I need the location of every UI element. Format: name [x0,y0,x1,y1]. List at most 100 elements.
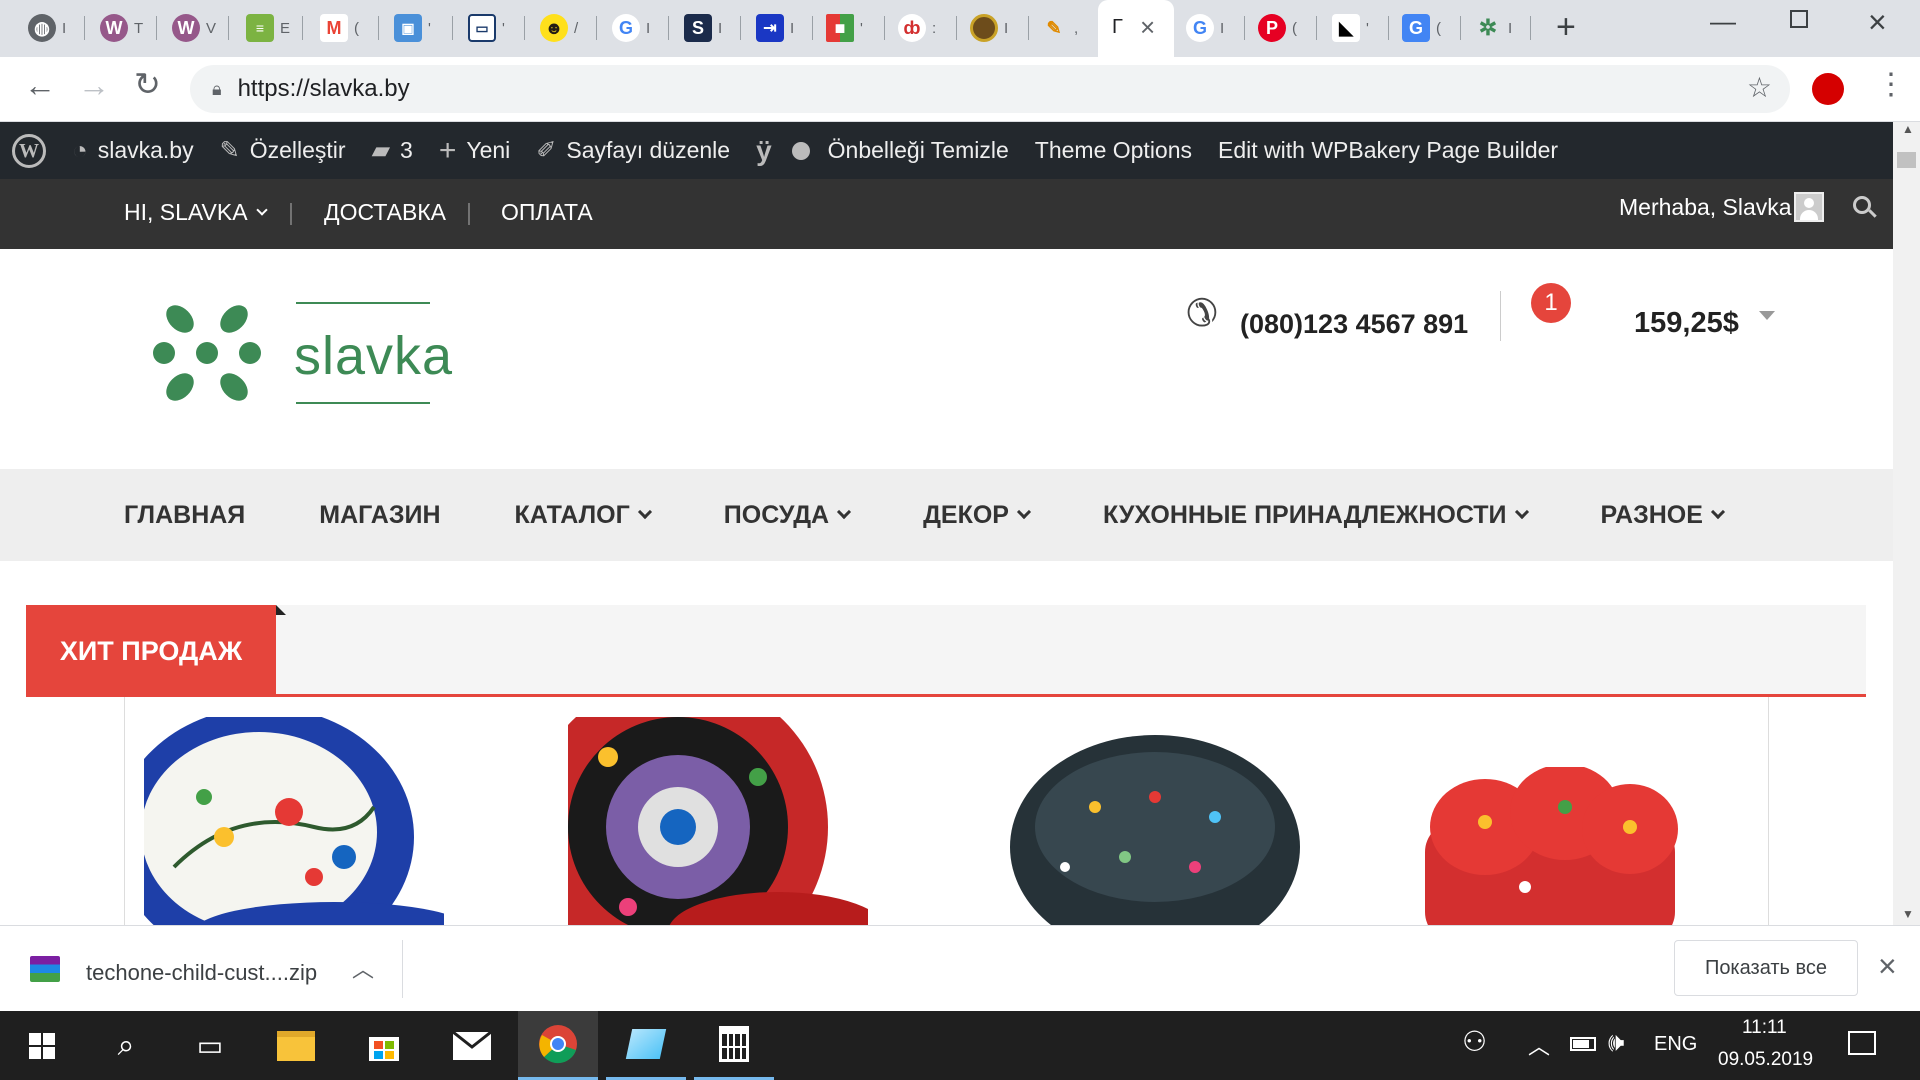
page-scrollbar[interactable]: ▲ ▼ [1893,122,1920,925]
admin-new-link[interactable]: + Yeni [439,122,510,179]
woo-icon: W [100,14,128,42]
nav-item-decor[interactable]: ДЕКОР [923,501,1032,530]
product-image[interactable] [528,697,887,925]
nav-item-catalog[interactable]: КАТАЛОГ [515,501,652,530]
browser-tab-1[interactable]: ◍ I [28,8,66,48]
browser-tab-7[interactable]: ▭ ' [468,8,505,48]
browser-tab-15[interactable]: ✎ , [1040,8,1078,48]
edit-page-label: Sayfayı düzenle [566,137,731,163]
people-icon[interactable]: ⚇ [1462,1025,1487,1058]
browser-tab-11[interactable]: ⇥ I [756,8,794,48]
show-all-downloads-button[interactable]: Показать все [1674,940,1858,996]
browser-tab-2[interactable]: W T [100,8,143,48]
nav-item-misc[interactable]: РАЗНОЕ [1601,501,1725,530]
admin-customize-link[interactable]: ✎ Özelleştir [220,122,346,179]
admin-wpbakery-link[interactable]: Edit with WPBakery Page Builder [1218,122,1558,179]
user-avatar[interactable] [1794,192,1824,222]
phone-icon: ✆ [1186,293,1218,335]
notifications-icon[interactable] [1848,1031,1876,1055]
logo-mark[interactable] [152,301,262,405]
form-icon: ⇥ [756,14,784,42]
browser-tab-10[interactable]: S I [684,8,722,48]
scroll-up-icon[interactable]: ▲ [1902,122,1914,136]
product-image[interactable] [125,707,471,925]
cart-count-badge[interactable]: 1 [1531,283,1571,323]
browser-tab-8[interactable]: ☻ / [540,8,578,48]
browser-tab-13[interactable]: ȸ : [898,8,936,48]
browser-tab-3[interactable]: W V [172,8,216,48]
calculator-icon[interactable] [694,1011,774,1080]
tab-divider [1316,16,1317,40]
mail-icon[interactable] [432,1011,512,1080]
download-filename[interactable]: techone-child-cust....zip [86,960,317,986]
task-view-icon[interactable]: ▭ [170,1011,250,1080]
battery-icon[interactable] [1570,1037,1596,1051]
chrome-taskbar-icon[interactable] [518,1011,598,1080]
cart-total[interactable]: 159,25$ [1634,307,1775,340]
tab-divider [524,16,525,40]
clock-date[interactable]: 09.05.2019 [1718,1049,1813,1071]
chrome-menu-icon[interactable]: ⋮ [1876,67,1906,102]
scrollbar-thumb[interactable] [1897,152,1916,168]
browser-tab-14[interactable]: I [970,8,1008,48]
browser-tab-4[interactable]: ≡ E [246,8,290,48]
browser-tab-12[interactable]: ■ ' [826,8,863,48]
scroll-down-icon[interactable]: ▼ [1902,907,1914,921]
extension-icon[interactable] [1812,73,1844,105]
close-tab-icon[interactable]: × [1140,12,1155,43]
url-text[interactable]: https://slavka.by [238,75,410,103]
browser-tab-19[interactable]: ◣ ' [1332,8,1369,48]
nav-item-kitchen[interactable]: КУХОННЫЕ ПРИНАДЛЕЖНОСТИ [1103,501,1529,530]
tab-title: Γ [1112,16,1124,38]
admin-site-link[interactable]: ◔ slavka.by [72,122,194,179]
minimize-icon[interactable]: — [1710,6,1736,37]
reload-icon[interactable]: ↻ [134,65,161,103]
language-indicator[interactable]: ENG [1654,1033,1697,1056]
browser-tab-9[interactable]: G I [612,8,650,48]
store-icon[interactable] [344,1011,424,1080]
logo-text[interactable]: slavka [294,325,453,387]
forward-icon[interactable]: → [78,67,110,104]
browser-tab-6[interactable]: ▣ ' [394,8,431,48]
bookmark-star-icon[interactable]: ☆ [1747,71,1772,104]
close-download-shelf-icon[interactable]: × [1878,948,1897,985]
search-taskbar-icon[interactable]: ⌕ [86,1011,166,1080]
browser-tab-5[interactable]: M ( [320,8,359,48]
payment-link[interactable]: ОПЛАТА [501,199,593,226]
nav-item-shop[interactable]: МАГАЗИН [319,501,440,530]
product-image[interactable] [1415,764,1715,925]
browser-tab-active[interactable]: Γ × [1098,0,1174,57]
browser-tab-18[interactable]: P ( [1258,8,1297,48]
nav-item-home[interactable]: ГЛАВНАЯ [124,501,245,530]
site-name: slavka.by [97,137,194,163]
chevron-up-icon[interactable]: ︿ [352,952,374,984]
volume-icon[interactable]: 🕪︎ [1608,1027,1624,1059]
product-image[interactable] [1005,727,1305,925]
delivery-link[interactable]: ДОСТАВКА [324,199,446,226]
file-explorer-icon[interactable] [256,1011,336,1080]
phone-number[interactable]: (080)123 4567 891 [1240,309,1468,340]
browser-tab-20[interactable]: G ( [1402,8,1441,48]
start-button[interactable] [2,1011,82,1080]
admin-theme-options-link[interactable]: Theme Options [1035,122,1192,179]
red-triple-bowl-image [1425,764,1678,925]
new-tab-icon[interactable]: + [1556,8,1576,47]
admin-yoast-link[interactable]: ÿ [756,122,810,179]
browser-tab-21[interactable]: ✲ I [1474,8,1512,48]
notes-app-icon[interactable] [606,1011,686,1080]
wp-logo[interactable]: W [12,122,46,179]
admin-edit-page-link[interactable]: ✐ Sayfayı düzenle [536,122,730,179]
admin-comments-link[interactable]: ▰ 3 [372,122,413,179]
restore-icon[interactable] [1790,10,1808,28]
close-window-icon[interactable]: × [1868,4,1887,41]
admin-clear-cache-link[interactable]: Önbelleği Temizle [828,122,1009,179]
search-icon[interactable] [1853,196,1877,218]
nav-item-tableware[interactable]: ПОСУДА [724,501,852,530]
address-bar[interactable]: 🔒︎ https://slavka.by ☆ [190,65,1790,113]
chevron-up-tray-icon[interactable]: ︿ [1528,1029,1550,1061]
browser-tab-17[interactable]: G I [1186,8,1224,48]
account-menu[interactable]: HI, SLAVKA [124,199,268,226]
clock-time[interactable]: 11:11 [1742,1017,1787,1039]
section-title-badge[interactable]: ХИТ ПРОДАЖ [26,605,276,697]
back-icon[interactable]: ← [24,67,56,104]
